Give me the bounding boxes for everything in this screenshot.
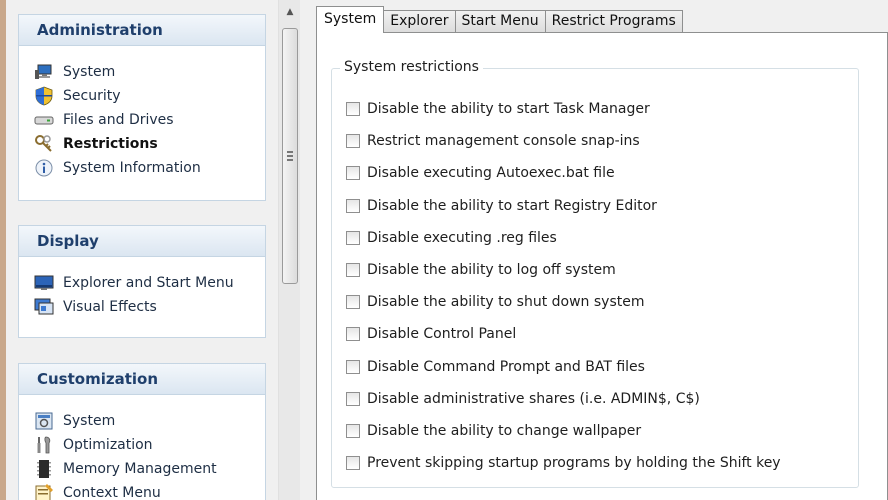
sidebar-item-label: Files and Drives [63,112,174,128]
scroll-thumb[interactable] [282,28,298,284]
checkbox-label: Disable executing Autoexec.bat file [367,165,615,182]
checkbox-box[interactable] [346,134,360,149]
sidebar-item-system[interactable]: System [19,60,265,84]
sidebar-item-label: Memory Management [63,461,217,477]
checkbox-box[interactable] [346,295,360,310]
computer-icon [33,62,55,82]
checkbox-box[interactable] [346,423,360,438]
sidebar-item-label: Restrictions [63,136,158,152]
sidebar-item-label: Optimization [63,437,153,453]
sidebar-item-restrictions[interactable]: Restrictions [19,132,265,156]
checkbox-label: Disable the ability to shut down system [367,294,645,311]
sidebar-item-visual-effects[interactable]: Visual Effects [19,295,265,319]
checkbox-prevent-skipping-startup[interactable]: Prevent skipping startup programs by hol… [346,447,781,479]
context-menu-icon [33,483,55,500]
sidebar-item-optimization[interactable]: Optimization [19,433,265,457]
checkbox-disable-registry-editor[interactable]: Disable the ability to start Registry Ed… [346,190,781,222]
checkbox-disable-task-manager[interactable]: Disable the ability to start Task Manage… [346,93,781,125]
checkbox-disable-shut-down[interactable]: Disable the ability to shut down system [346,286,781,318]
group-header-customization[interactable]: Customization [19,364,265,395]
system-restrictions-group: System restrictions Disable the ability … [331,59,859,488]
sidebar-item-files-and-drives[interactable]: Files and Drives [19,108,265,132]
sidebar-item-label: Security [63,88,121,104]
group-administration: Administration System Security Files and… [18,14,266,201]
checkbox-disable-command-prompt[interactable]: Disable Command Prompt and BAT files [346,351,781,383]
checkbox-disable-admin-shares[interactable]: Disable administrative shares (i.e. ADMI… [346,383,781,415]
tab-system[interactable]: System [316,6,385,33]
checkbox-label: Restrict management console snap-ins [367,133,640,150]
checkbox-box[interactable] [346,198,360,213]
checkbox-disable-change-wallpaper[interactable]: Disable the ability to change wallpaper [346,415,781,447]
checkbox-disable-autoexec[interactable]: Disable executing Autoexec.bat file [346,157,781,189]
sidebar-item-security[interactable]: Security [19,84,265,108]
keys-icon [33,134,55,154]
checkbox-label: Disable Command Prompt and BAT files [367,358,645,375]
sidebar-item-customization-system[interactable]: System [19,409,265,433]
checkbox-restrict-mmc-snapins[interactable]: Restrict management console snap-ins [346,125,781,157]
group-header-administration[interactable]: Administration [19,15,265,46]
checkbox-label: Disable Control Panel [367,326,517,343]
checkbox-box[interactable] [346,359,360,374]
sidebar-item-explorer-and-start-menu[interactable]: Explorer and Start Menu [19,271,265,295]
sidebar-item-label: Visual Effects [63,299,157,315]
sidebar-item-context-menu[interactable]: Context Menu [19,481,265,500]
tab-explorer[interactable]: Explorer [383,10,456,33]
drive-icon [33,110,55,130]
checkbox-label: Disable the ability to start Registry Ed… [367,197,657,214]
checkbox-label: Disable the ability to change wallpaper [367,422,642,439]
restrictions-list: Disable the ability to start Task Manage… [346,93,781,479]
checkbox-box[interactable] [346,327,360,342]
info-icon [33,158,55,178]
sidebar-scrollbar[interactable]: ▲ [278,0,300,500]
tab-strip: System Explorer Start Menu Restrict Prog… [316,6,683,33]
tweaker-window: Administration System Security Files and… [6,0,888,500]
visual-effects-icon [33,297,55,317]
sidebar-item-label: Explorer and Start Menu [63,275,234,291]
checkbox-box[interactable] [346,456,360,471]
checkbox-box[interactable] [346,263,360,278]
sidebar-item-label: Context Menu [63,485,161,500]
group-display: Display Explorer and Start Menu Visual E… [18,225,266,338]
checkbox-disable-reg-files[interactable]: Disable executing .reg files [346,222,781,254]
sidebar-item-label: System Information [63,160,201,176]
checkbox-box[interactable] [346,230,360,245]
sidebar: Administration System Security Files and… [6,0,306,500]
checkbox-label: Disable the ability to start Task Manage… [367,101,650,118]
checkbox-label: Disable administrative shares (i.e. ADMI… [367,390,700,407]
scroll-up-arrow-icon[interactable]: ▲ [279,0,301,24]
shield-icon [33,86,55,106]
sidebar-item-label: System [63,64,116,80]
monitor-icon [33,273,55,293]
checkbox-label: Disable the ability to log off system [367,262,616,279]
group-customization: Customization System Optimization Memory… [18,363,266,500]
grip-icon [287,151,293,161]
tab-restrict-programs[interactable]: Restrict Programs [544,10,683,33]
sidebar-item-memory-management[interactable]: Memory Management [19,457,265,481]
checkbox-label: Prevent skipping startup programs by hol… [367,455,781,472]
checkbox-disable-control-panel[interactable]: Disable Control Panel [346,318,781,350]
tab-start-menu[interactable]: Start Menu [454,10,546,33]
checkbox-box[interactable] [346,391,360,406]
checkbox-disable-log-off[interactable]: Disable the ability to log off system [346,254,781,286]
system-config-icon [33,411,55,431]
checkbox-box[interactable] [346,102,360,117]
tab-panel-system: System restrictions Disable the ability … [316,32,888,500]
memory-chip-icon [33,459,55,479]
sidebar-item-system-information[interactable]: System Information [19,156,265,180]
sidebar-item-label: System [63,413,116,429]
group-legend: System restrictions [340,59,483,75]
checkbox-box[interactable] [346,166,360,181]
wrench-icon [33,435,55,455]
group-header-display[interactable]: Display [19,226,265,257]
checkbox-label: Disable executing .reg files [367,229,557,246]
